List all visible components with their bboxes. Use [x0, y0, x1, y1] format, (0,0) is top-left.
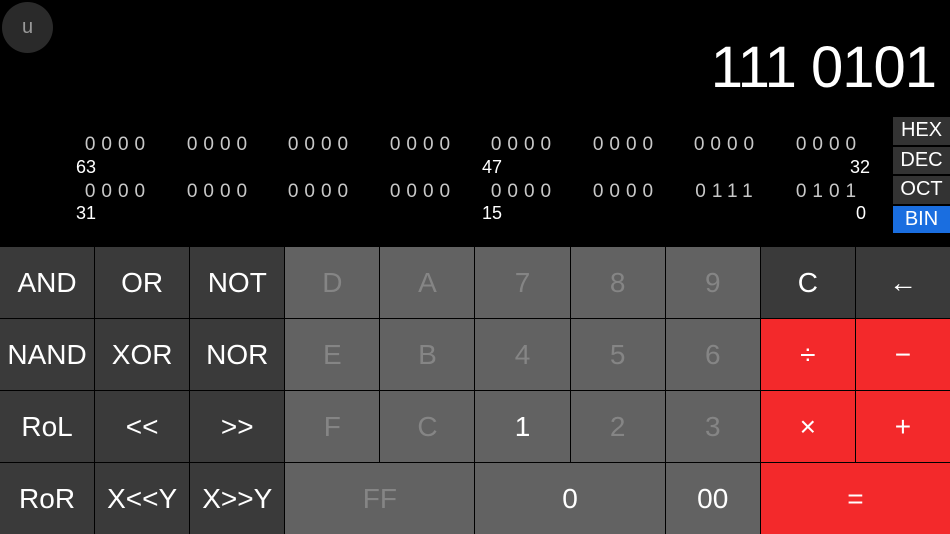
bit-label-32: 32 [850, 157, 871, 177]
bit-nibble[interactable]: 0111 [687, 181, 767, 203]
bit-label-47: 47 [482, 157, 503, 177]
backspace-button[interactable]: ← [855, 247, 950, 318]
bit-nibble[interactable]: 0000 [484, 181, 564, 203]
bit-nibble[interactable]: 0000 [281, 134, 361, 156]
plus-button[interactable]: + [855, 391, 950, 462]
base-bin-button[interactable]: BIN [893, 205, 950, 233]
rotate-left-button[interactable]: RoL [0, 391, 95, 462]
hex-ff-button[interactable]: FF [285, 463, 475, 534]
or-button[interactable]: OR [95, 247, 190, 318]
digit-3-button[interactable]: 3 [665, 391, 760, 462]
bit-nibble[interactable]: 0000 [78, 134, 158, 156]
minus-button[interactable]: − [855, 319, 950, 390]
bit-nibble[interactable]: 0000 [180, 134, 260, 156]
hex-d-button[interactable]: D [285, 247, 380, 318]
menu-button[interactable]: u [2, 2, 53, 53]
menu-button-label: u [21, 16, 34, 38]
digit-8-button[interactable]: 8 [570, 247, 665, 318]
bit-nibble[interactable]: 0000 [687, 134, 767, 156]
digit-9-button[interactable]: 9 [665, 247, 760, 318]
hex-f-button[interactable]: F [285, 391, 380, 462]
double-zero-button[interactable]: 00 [665, 463, 760, 534]
digit-7-button[interactable]: 7 [475, 247, 570, 318]
digit-2-button[interactable]: 2 [570, 391, 665, 462]
shift-left-button[interactable]: << [95, 391, 190, 462]
bit-nibble[interactable]: 0000 [789, 134, 869, 156]
hex-c-button[interactable]: C [380, 391, 475, 462]
bit-nibble[interactable]: 0000 [383, 181, 463, 203]
xor-button[interactable]: XOR [95, 319, 190, 390]
shift-left-by-y-button[interactable]: X<<Y [95, 463, 190, 534]
and-button[interactable]: AND [0, 247, 95, 318]
rotate-right-button[interactable]: RoR [0, 463, 95, 534]
clear-button[interactable]: C [760, 247, 855, 318]
bit-label-0: 0 [856, 203, 867, 223]
result-display: 111 0101 [710, 35, 937, 100]
bit-label-63: 63 [76, 157, 97, 177]
hex-b-button[interactable]: B [380, 319, 475, 390]
bit-label-15: 15 [482, 203, 503, 223]
bit-nibble[interactable]: 0101 [789, 181, 869, 203]
digit-1-button[interactable]: 1 [475, 391, 570, 462]
digit-5-button[interactable]: 5 [570, 319, 665, 390]
nand-button[interactable]: NAND [0, 319, 95, 390]
divide-button[interactable]: ÷ [760, 319, 855, 390]
bit-nibble[interactable]: 0000 [180, 181, 260, 203]
bit-nibble[interactable]: 0000 [281, 181, 361, 203]
bit-nibble[interactable]: 0000 [383, 134, 463, 156]
digit-4-button[interactable]: 4 [475, 319, 570, 390]
bit-view: 0000 0000 0000 0000 0000 0000 0000 0000 … [0, 130, 890, 240]
hex-e-button[interactable]: E [285, 319, 380, 390]
bit-nibble[interactable]: 0000 [484, 134, 564, 156]
bit-label-31: 31 [76, 203, 97, 223]
bit-nibble[interactable]: 0000 [78, 181, 158, 203]
multiply-button[interactable]: × [760, 391, 855, 462]
base-dec-button[interactable]: DEC [893, 146, 950, 174]
shift-right-by-y-button[interactable]: X>>Y [190, 463, 285, 534]
digit-0-button[interactable]: 0 [475, 463, 665, 534]
bit-nibble[interactable]: 0000 [586, 134, 666, 156]
base-selector: HEX DEC OCT BIN [893, 117, 950, 233]
keypad: AND OR NOT D A 7 8 9 C ← NAND XOR NOR E … [0, 247, 950, 534]
base-oct-button[interactable]: OCT [893, 176, 950, 204]
hex-a-button[interactable]: A [380, 247, 475, 318]
bit-nibble[interactable]: 0000 [586, 181, 666, 203]
nor-button[interactable]: NOR [190, 319, 285, 390]
not-button[interactable]: NOT [190, 247, 285, 318]
equals-button[interactable]: = [760, 463, 950, 534]
base-hex-button[interactable]: HEX [893, 117, 950, 145]
shift-right-button[interactable]: >> [190, 391, 285, 462]
digit-6-button[interactable]: 6 [665, 319, 760, 390]
backspace-icon: ← [888, 266, 917, 298]
